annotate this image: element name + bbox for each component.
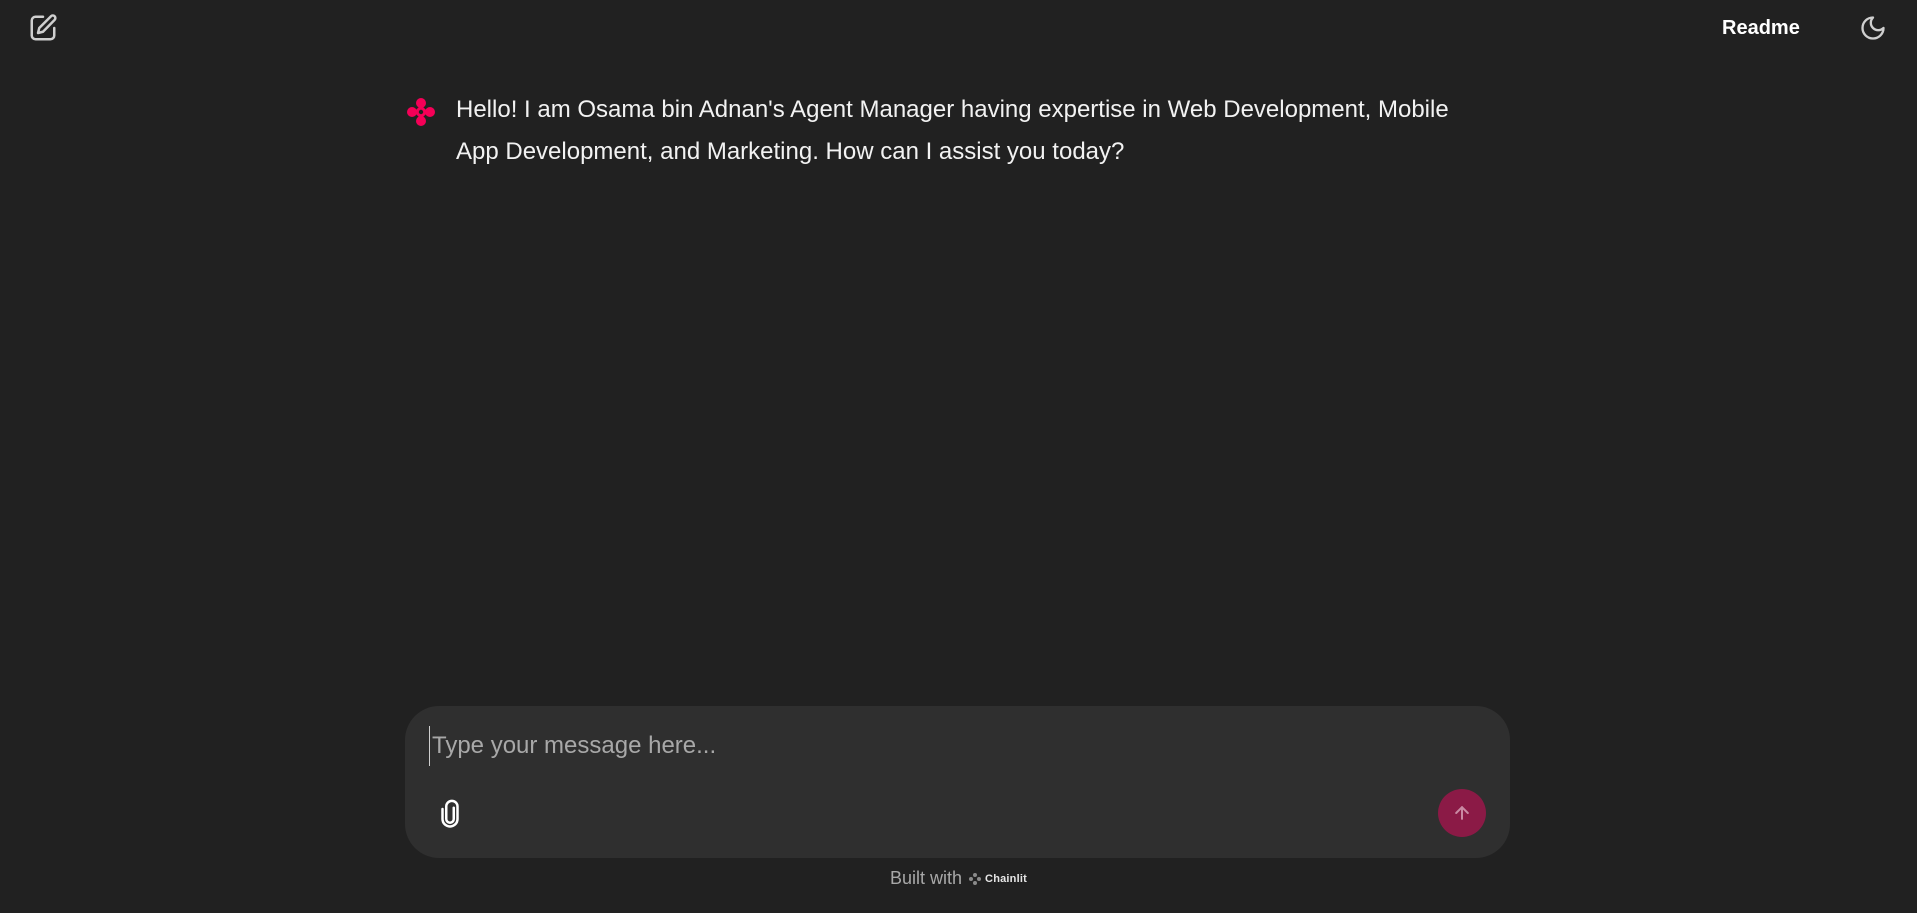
chainlit-brand-label: Chainlit bbox=[985, 872, 1027, 885]
new-chat-button[interactable] bbox=[26, 11, 60, 45]
paperclip-icon bbox=[441, 799, 459, 828]
send-button[interactable] bbox=[1438, 789, 1486, 837]
edit-square-icon bbox=[30, 14, 57, 41]
moon-icon bbox=[1861, 16, 1885, 40]
chainlit-logo-icon bbox=[407, 98, 435, 126]
readme-button[interactable]: Readme bbox=[1722, 15, 1800, 41]
chat-page: Readme Hello! I am Osama bin Adnan's Age… bbox=[0, 0, 1917, 913]
attach-file-button[interactable] bbox=[431, 795, 469, 833]
arrow-up-icon bbox=[1455, 806, 1469, 820]
assistant-avatar bbox=[404, 95, 438, 129]
message-input[interactable] bbox=[429, 726, 1432, 766]
chainlit-link[interactable]: Chainlit bbox=[962, 872, 1027, 886]
assistant-message: Hello! I am Osama bin Adnan's Agent Mana… bbox=[404, 95, 1514, 173]
theme-toggle-button[interactable] bbox=[1856, 11, 1890, 45]
chainlit-small-logo-icon bbox=[969, 872, 982, 885]
footer: Built with Chainlit bbox=[0, 868, 1917, 889]
message-composer bbox=[405, 706, 1510, 858]
message-text: Hello! I am Osama bin Adnan's Agent Mana… bbox=[456, 96, 1449, 165]
built-with-label: Built with bbox=[890, 868, 963, 888]
